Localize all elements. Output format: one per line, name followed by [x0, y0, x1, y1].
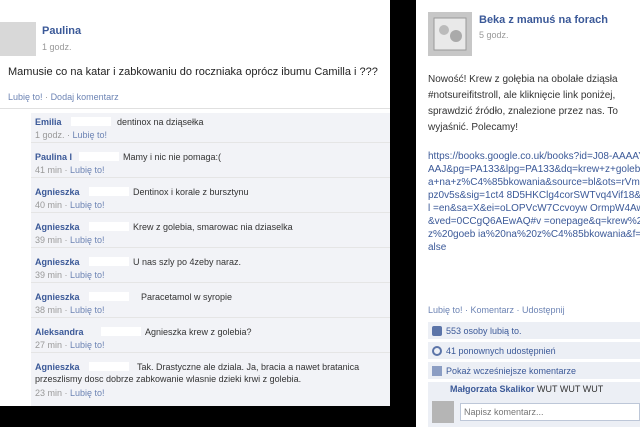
comment-time[interactable]: 23 min — [35, 388, 62, 398]
comment-meta: 39 min · Lubię to! — [35, 270, 105, 280]
comment-box — [428, 395, 640, 427]
comment-text-continued: przeszlismy dosc dobrze zabkowanie wlasn… — [35, 374, 302, 384]
comment-item: Agnieszka Paracetamol w syropie 38 min ·… — [31, 288, 390, 318]
comment-text: Dentinox i korale z bursztynu — [133, 187, 249, 197]
comment-like-link[interactable]: Lubię to! — [70, 200, 105, 210]
previous-comments-row[interactable]: Pokaż wcześniejsze komentarze — [428, 362, 640, 380]
comment-text: Agnieszka krew z golebia? — [145, 327, 252, 337]
post-body: Nowość! Krew z gołębia na obolałe dziąsł… — [428, 74, 618, 133]
comment-author[interactable]: Agnieszka — [35, 292, 80, 302]
comment-like-link[interactable]: Lubię to! — [70, 165, 105, 175]
comment-text: Krew z golebia, smarowac nia dziaselka — [133, 222, 293, 232]
comment-meta: 39 min · Lubię to! — [35, 235, 105, 245]
comment-meta: 38 min · Lubię to! — [35, 305, 105, 315]
redacted-surname — [101, 327, 141, 336]
comments-list: Emilia dentinox na dziąsełka 1 godz. · L… — [31, 113, 390, 406]
post-time[interactable]: 5 godz. — [479, 30, 509, 40]
page-avatar[interactable] — [428, 12, 472, 56]
comment-meta: 27 min · Lubię to! — [35, 340, 105, 350]
post-author[interactable]: Paulina — [42, 25, 81, 37]
post-actions: Lubię to! · Dodaj komentarz — [8, 92, 119, 102]
comment-text: dentinox na dziąsełka — [117, 117, 204, 127]
right-post-panel: Beka z mamuś na forach 5 godz. Nowość! K… — [416, 0, 640, 427]
comment-text: Paracetamol w syropie — [141, 292, 233, 302]
redacted-surname — [89, 362, 129, 371]
thumbs-up-icon — [432, 326, 442, 336]
post-url-link[interactable]: https://books.google.co.uk/books?id=J08-… — [428, 150, 640, 254]
comment-item: Aleksandra Agnieszka krew z golebia? 27 … — [31, 323, 390, 353]
author-avatar[interactable] — [0, 22, 36, 56]
post-text: Mamusie co na katar i zabkowaniu do rocz… — [8, 66, 378, 78]
comment-text: Tak. Drastyczne ale dziala. Ja, bracia a… — [137, 362, 360, 372]
comment-item: Paulina I Mamy i nic nie pomaga:( 41 min… — [31, 148, 390, 178]
comment-author[interactable]: Agnieszka — [35, 257, 80, 267]
comment-time[interactable]: 40 min — [35, 200, 62, 210]
comment-author[interactable]: Agnieszka — [35, 222, 80, 232]
like-link[interactable]: Lubię to! — [8, 92, 43, 102]
comment-text: U nas szly po 4zeby naraz. — [133, 257, 242, 267]
shares-row[interactable]: 41 ponownych udostępnień — [428, 342, 640, 360]
comment-author[interactable]: Agnieszka — [35, 362, 80, 372]
comment-item: Agnieszka Dentinox i korale z bursztynu … — [31, 183, 390, 213]
comment-time[interactable]: 1 godz. — [35, 130, 65, 140]
redacted-surname — [79, 152, 119, 161]
comment-item: Agnieszka Krew z golebia, smarowac nia d… — [31, 218, 390, 248]
comment-meta: 40 min · Lubię to! — [35, 200, 105, 210]
last-comment-row: Małgorzata Skalikor WUT WUT WUT — [428, 382, 640, 396]
comment-meta: 41 min · Lubię to! — [35, 165, 105, 175]
comment-time[interactable]: 39 min — [35, 235, 62, 245]
comment-input[interactable] — [460, 403, 640, 421]
comment-item: Agnieszka Tak. Drastyczne ale dziala. Ja… — [31, 358, 390, 406]
comment-icon — [432, 366, 442, 376]
redacted-surname — [89, 222, 129, 231]
comment-like-link[interactable]: Lubię to! — [70, 305, 105, 315]
comment-author[interactable]: Paulina I — [35, 152, 72, 162]
post-time[interactable]: 1 godz. — [42, 42, 72, 52]
comment-author[interactable]: Emilia — [35, 117, 62, 127]
likes-row[interactable]: 553 osoby lubią to. — [428, 322, 640, 340]
left-post-panel: Paulina 1 godz. Mamusie co na katar i za… — [0, 0, 390, 406]
comment-text: Mamy i nic nie pomaga:( — [123, 152, 222, 162]
redacted-surname — [89, 187, 129, 196]
redacted-surname — [89, 292, 129, 301]
last-commenter[interactable]: Małgorzata Skalikor — [450, 384, 535, 394]
comment-like-link[interactable]: Lubię to! — [70, 388, 105, 398]
comment-author[interactable]: Aleksandra — [35, 327, 84, 337]
comment-like-link[interactable]: Lubię to! — [70, 270, 105, 280]
comment-meta: 23 min · Lubię to! — [35, 388, 105, 398]
divider — [0, 108, 390, 109]
comment-item: Agnieszka U nas szly po 4zeby naraz. 39 … — [31, 253, 390, 283]
comment-time[interactable]: 38 min — [35, 305, 62, 315]
comment-time[interactable]: 39 min — [35, 270, 62, 280]
redacted-surname — [89, 257, 129, 266]
comment-like-link[interactable]: Lubię to! — [70, 235, 105, 245]
post-actions[interactable]: Lubię to! · Komentarz · Udostępnij — [428, 305, 565, 315]
comment-like-link[interactable]: Lubię to! — [73, 130, 108, 140]
comment-item: Emilia dentinox na dziąsełka 1 godz. · L… — [31, 113, 390, 143]
comment-time[interactable]: 41 min — [35, 165, 62, 175]
share-icon — [432, 346, 442, 356]
separator-dot: · — [45, 92, 49, 102]
user-avatar — [432, 401, 454, 423]
add-comment-link[interactable]: Dodaj komentarz — [51, 92, 119, 102]
page-logo-icon — [433, 17, 467, 51]
redacted-surname — [71, 117, 111, 126]
page-name[interactable]: Beka z mamuś na forach — [479, 14, 608, 26]
comment-meta: 1 godz. · Lubię to! — [35, 130, 108, 140]
comment-time[interactable]: 27 min — [35, 340, 62, 350]
last-comment-text: WUT WUT WUT — [537, 384, 604, 394]
comment-like-link[interactable]: Lubię to! — [70, 340, 105, 350]
comment-author[interactable]: Agnieszka — [35, 187, 80, 197]
